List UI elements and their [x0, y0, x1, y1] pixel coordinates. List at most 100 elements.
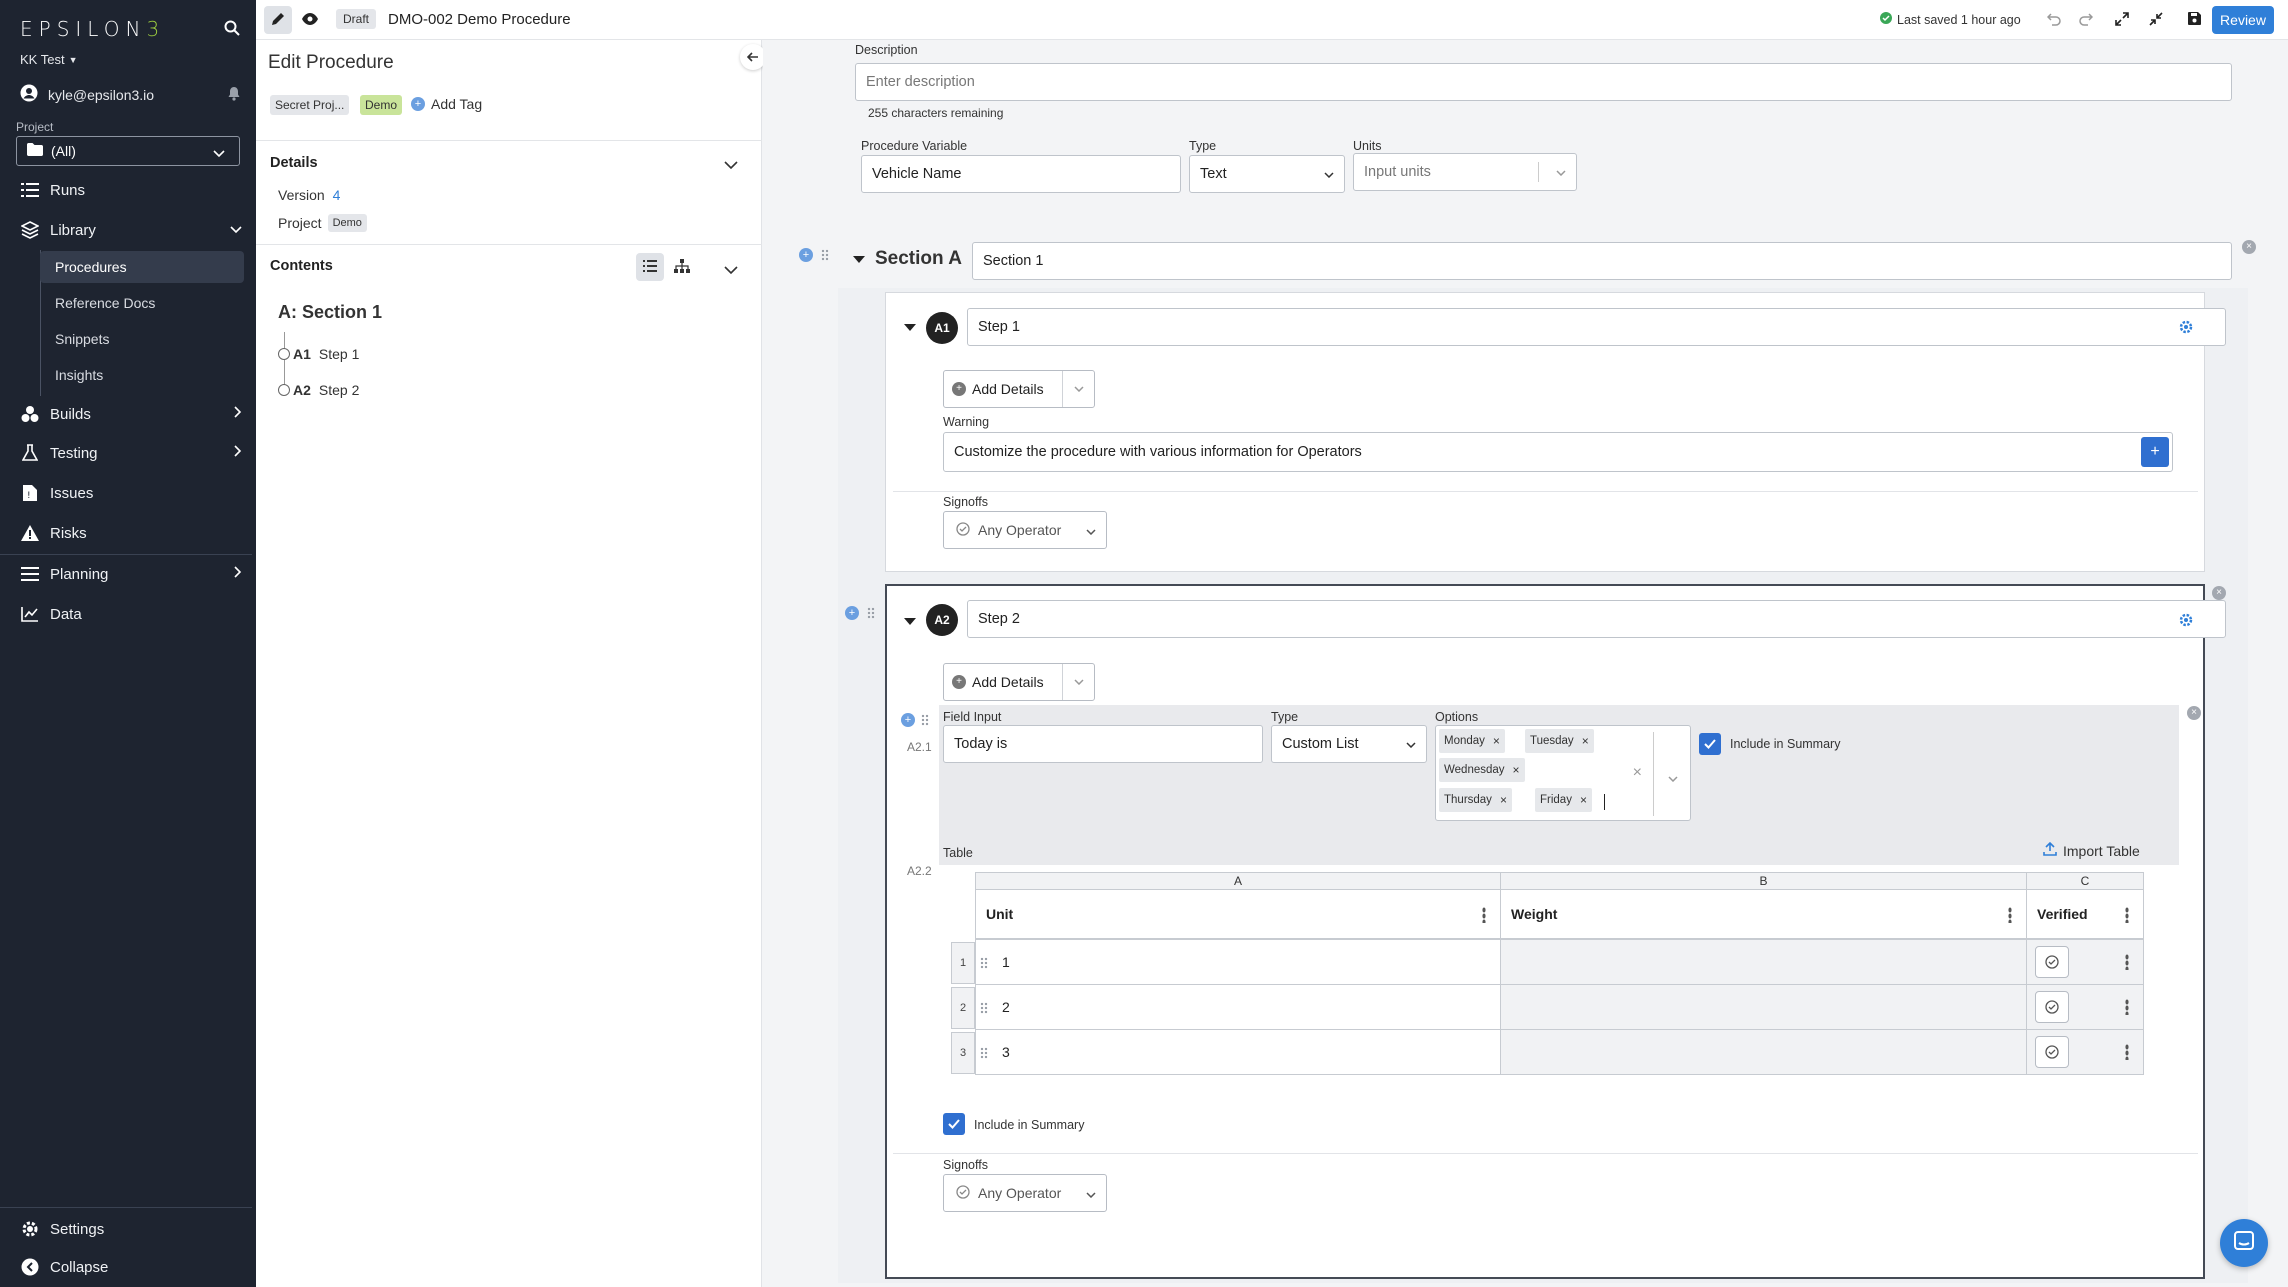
outline-step[interactable]: A1 Step 1: [278, 346, 359, 362]
tree-view-toggle[interactable]: [668, 253, 696, 281]
remove-step-button[interactable]: ×: [2212, 586, 2226, 600]
description-input[interactable]: Enter description: [855, 63, 2232, 101]
procedure-variable-input[interactable]: Vehicle Name: [861, 155, 1181, 193]
table-cell[interactable]: [1500, 939, 2027, 985]
bell-icon[interactable]: [227, 86, 241, 104]
outline-step[interactable]: A2 Step 2: [278, 382, 359, 398]
remove-chip-icon[interactable]: ×: [1493, 734, 1500, 748]
preview-mode-button[interactable]: [296, 6, 324, 34]
table-include-summary-checkbox[interactable]: [943, 1113, 965, 1135]
drag-handle-icon[interactable]: [980, 957, 988, 969]
nav-settings[interactable]: Settings: [0, 1211, 256, 1247]
version-link[interactable]: 4: [333, 187, 341, 203]
remove-chip-icon[interactable]: ×: [1580, 793, 1587, 807]
add-content-button[interactable]: +: [901, 713, 915, 727]
verify-button[interactable]: [2035, 991, 2069, 1023]
review-button[interactable]: Review: [2212, 6, 2274, 34]
chat-support-button[interactable]: [2220, 1219, 2268, 1267]
drag-handle-icon[interactable]: [980, 1002, 988, 1014]
kebab-menu-icon[interactable]: [2125, 999, 2129, 1015]
user-menu[interactable]: kyle@epsilon3.io: [20, 84, 154, 105]
units-select[interactable]: Input units: [1353, 153, 1577, 191]
remove-content-button[interactable]: ×: [2187, 706, 2201, 720]
chevron-down-icon[interactable]: [724, 157, 738, 173]
verify-button[interactable]: [2035, 946, 2069, 978]
epsilon3-logo[interactable]: EPSILON3: [20, 17, 165, 41]
tag-demo[interactable]: Demo: [360, 95, 403, 115]
warning-text-input[interactable]: Customize the procedure with various inf…: [943, 432, 2173, 472]
expand-all-button[interactable]: [2108, 6, 2136, 34]
kebab-menu-icon[interactable]: [1482, 907, 1486, 923]
collapse-section-toggle[interactable]: [853, 256, 865, 263]
nav-library[interactable]: Library: [0, 212, 256, 248]
sidebar-item-snippets[interactable]: Snippets: [40, 323, 244, 355]
column-header[interactable]: Unit: [975, 889, 1501, 939]
redo-button[interactable]: [2072, 6, 2100, 34]
chevron-down-icon[interactable]: [1668, 770, 1678, 786]
list-view-toggle[interactable]: [636, 253, 664, 281]
add-details-button[interactable]: + Add Details: [943, 370, 1095, 408]
outline-section-title[interactable]: A: Section 1: [278, 302, 382, 323]
add-warning-button[interactable]: +: [2141, 437, 2169, 467]
nav-collapse[interactable]: Collapse: [0, 1249, 256, 1285]
drag-handle-icon[interactable]: [980, 1047, 988, 1059]
nav-testing[interactable]: Testing: [0, 435, 256, 471]
sidebar-item-insights[interactable]: Insights: [40, 359, 244, 391]
drag-handle-icon[interactable]: [921, 714, 929, 726]
sidebar-item-reference-docs[interactable]: Reference Docs: [40, 287, 244, 319]
nav-data[interactable]: Data: [0, 596, 256, 632]
table-cell[interactable]: [1500, 1029, 2027, 1075]
table-cell[interactable]: 3: [975, 1029, 1501, 1075]
nav-builds[interactable]: Builds: [0, 396, 256, 432]
add-step-button[interactable]: +: [845, 606, 859, 620]
clear-icon[interactable]: ×: [1633, 764, 1642, 782]
workspace-selector[interactable]: KK Test ▼: [20, 52, 77, 67]
remove-section-button[interactable]: ×: [2242, 240, 2256, 254]
field-type-select[interactable]: Custom List: [1271, 725, 1427, 763]
column-header[interactable]: Weight: [1500, 889, 2027, 939]
remove-chip-icon[interactable]: ×: [1500, 793, 1507, 807]
tag-secret-project[interactable]: Secret Proj...: [270, 95, 350, 115]
column-header[interactable]: Verified: [2026, 889, 2144, 939]
kebab-menu-icon[interactable]: [2125, 1044, 2129, 1060]
add-details-dropdown[interactable]: [1062, 371, 1094, 407]
add-details-button[interactable]: + Add Details: [943, 663, 1095, 701]
remove-chip-icon[interactable]: ×: [1582, 734, 1589, 748]
signoff-select[interactable]: Any Operator: [943, 1174, 1107, 1212]
remove-chip-icon[interactable]: ×: [1513, 763, 1520, 777]
import-table-button[interactable]: Import Table: [2043, 841, 2140, 859]
nav-runs[interactable]: Runs: [0, 172, 256, 208]
gear-icon[interactable]: [2179, 320, 2193, 337]
step-name-input[interactable]: Step 1: [967, 308, 2226, 346]
field-input-name[interactable]: Today is: [943, 725, 1263, 763]
add-tag-button[interactable]: + Add Tag: [411, 96, 482, 112]
kebab-menu-icon[interactable]: [2125, 954, 2129, 970]
nav-issues[interactable]: ! Issues: [0, 475, 256, 511]
search-icon[interactable]: [224, 20, 240, 39]
sidebar-item-procedures[interactable]: Procedures: [40, 251, 244, 283]
collapse-all-button[interactable]: [2142, 6, 2170, 34]
undo-button[interactable]: [2040, 6, 2068, 34]
table-cell[interactable]: [1500, 984, 2027, 1030]
collapse-step-toggle[interactable]: [904, 618, 916, 625]
nav-planning[interactable]: Planning: [0, 556, 256, 592]
nav-risks[interactable]: Risks: [0, 515, 256, 551]
table-cell[interactable]: 2: [975, 984, 1501, 1030]
add-details-dropdown[interactable]: [1062, 664, 1094, 700]
verify-button[interactable]: [2035, 1036, 2069, 1068]
drag-handle-icon[interactable]: [821, 249, 829, 261]
table-cell[interactable]: 1: [975, 939, 1501, 985]
kebab-menu-icon[interactable]: [2008, 907, 2012, 923]
drag-handle-icon[interactable]: [867, 607, 875, 619]
type-select[interactable]: Text: [1189, 155, 1345, 193]
edit-mode-button[interactable]: [264, 6, 292, 34]
step-name-input[interactable]: Step 2: [967, 600, 2226, 638]
include-summary-checkbox[interactable]: [1699, 733, 1721, 755]
project-select[interactable]: (All): [16, 136, 240, 166]
save-button[interactable]: [2180, 6, 2208, 34]
chevron-down-icon[interactable]: [724, 262, 738, 278]
collapse-step-toggle[interactable]: [904, 324, 916, 331]
section-name-input[interactable]: Section 1: [972, 242, 2232, 280]
add-section-button[interactable]: +: [799, 248, 813, 262]
kebab-menu-icon[interactable]: [2125, 907, 2129, 923]
